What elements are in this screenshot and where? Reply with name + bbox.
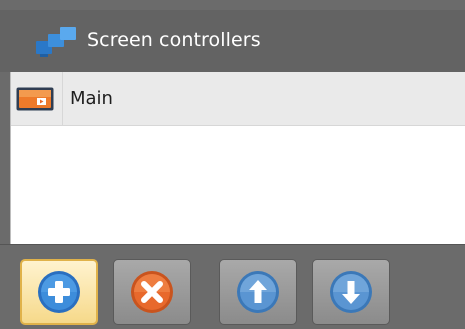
list-item-label: Main	[70, 88, 113, 109]
move-down-button[interactable]	[312, 259, 390, 325]
add-button[interactable]	[20, 259, 98, 325]
remove-button[interactable]	[113, 259, 191, 325]
move-up-button[interactable]	[219, 259, 297, 325]
toolbar	[0, 244, 465, 329]
arrow-up-icon	[237, 271, 279, 313]
list-item-main[interactable]: Main	[11, 72, 465, 126]
screens-icon	[36, 27, 76, 57]
arrow-down-icon	[330, 271, 372, 313]
screen-controller-list[interactable]: Main	[10, 72, 465, 244]
panel-title: Screen controllers	[87, 29, 261, 51]
plus-icon	[38, 271, 80, 313]
panel-header: Screen controllers	[0, 10, 465, 72]
screen-controllers-panel: Screen controllers Main	[0, 0, 465, 329]
screen-icon	[16, 87, 54, 111]
close-icon	[131, 271, 173, 313]
row-icon-cell	[11, 72, 63, 125]
